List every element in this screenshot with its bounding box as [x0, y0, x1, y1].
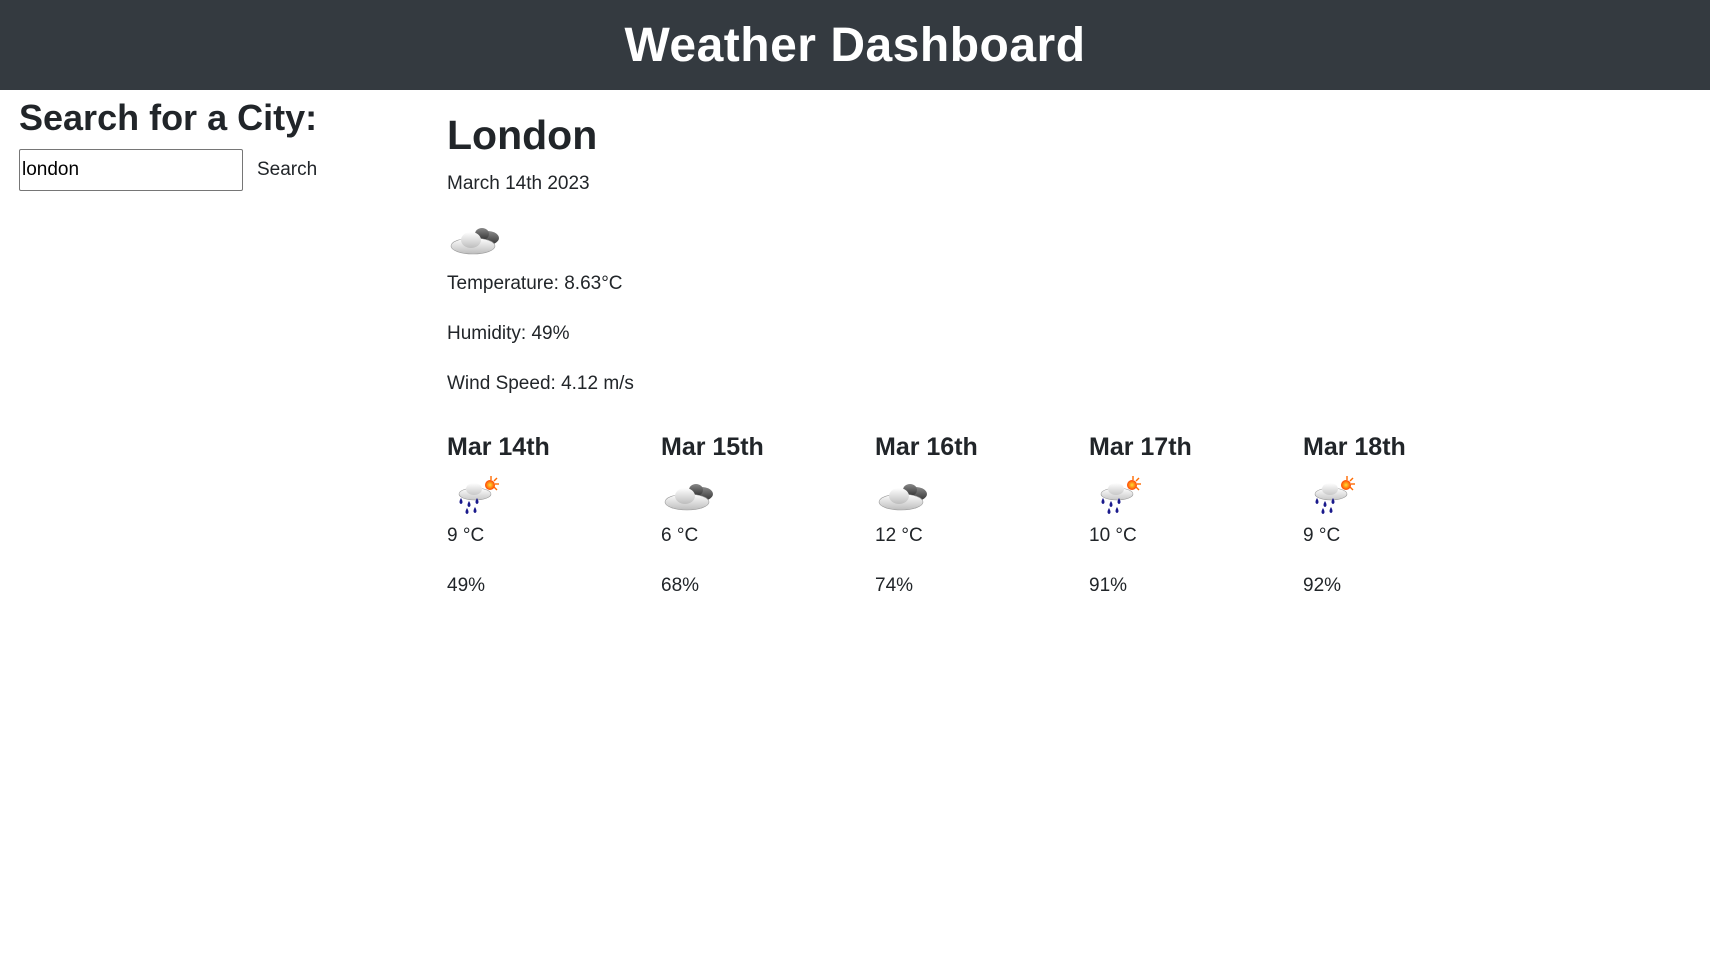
cloudy-icon [447, 218, 507, 262]
cloudy-icon [875, 474, 935, 518]
forecast-humidity: 92% [1303, 575, 1342, 596]
cloudy-icon [661, 474, 721, 518]
current-weather: London March 14th 2023 Temperature: 8.63… [447, 110, 1647, 396]
forecast-date: Mar 14th [447, 433, 550, 461]
rain-sun-icon [447, 474, 507, 518]
current-date: March 14th 2023 [447, 173, 590, 194]
forecast-temperature: 9 °C [447, 525, 485, 546]
forecast-card: Mar 18th 9 °C 92% [1303, 432, 1517, 598]
forecast-temperature: 9 °C [1303, 525, 1341, 546]
forecast-temperature: 12 °C [875, 525, 923, 546]
search-heading: Search for a City: [19, 97, 318, 138]
forecast-card: Mar 15th 6 °C 68% [661, 432, 875, 598]
forecast-date: Mar 16th [875, 433, 978, 461]
forecast-card: Mar 16th 12 °C 74% [875, 432, 1089, 598]
forecast-card: Mar 17th 10 °C 91% [1089, 432, 1303, 598]
app-header: Weather Dashboard [0, 0, 1710, 90]
rain-sun-icon [1089, 474, 1149, 518]
rain-sun-icon [1303, 474, 1363, 518]
current-humidity: Humidity: 49% [447, 323, 570, 344]
forecast-humidity: 74% [875, 575, 914, 596]
city-name: London [447, 112, 598, 158]
city-search-input[interactable] [19, 149, 243, 191]
forecast-date: Mar 18th [1303, 433, 1406, 461]
forecast-temperature: 6 °C [661, 525, 699, 546]
forecast-date: Mar 15th [661, 433, 764, 461]
current-wind-speed: Wind Speed: 4.12 m/s [447, 373, 634, 394]
search-panel: Search for a City: Search [19, 98, 419, 191]
forecast-humidity: 91% [1089, 575, 1128, 596]
forecast-date: Mar 17th [1089, 433, 1192, 461]
forecast-card: Mar 14th 9 °C 49% [447, 432, 661, 598]
search-button[interactable]: Search [253, 153, 321, 187]
forecast-humidity: 68% [661, 575, 700, 596]
page-title: Weather Dashboard [624, 18, 1086, 72]
forecast-temperature: 10 °C [1089, 525, 1137, 546]
current-temperature: Temperature: 8.63°C [447, 273, 623, 294]
forecast-humidity: 49% [447, 575, 486, 596]
search-row: Search [19, 149, 419, 191]
five-day-forecast: Mar 14th 9 °C 49% Mar 15th 6 °C 68% Mar … [447, 432, 1517, 598]
